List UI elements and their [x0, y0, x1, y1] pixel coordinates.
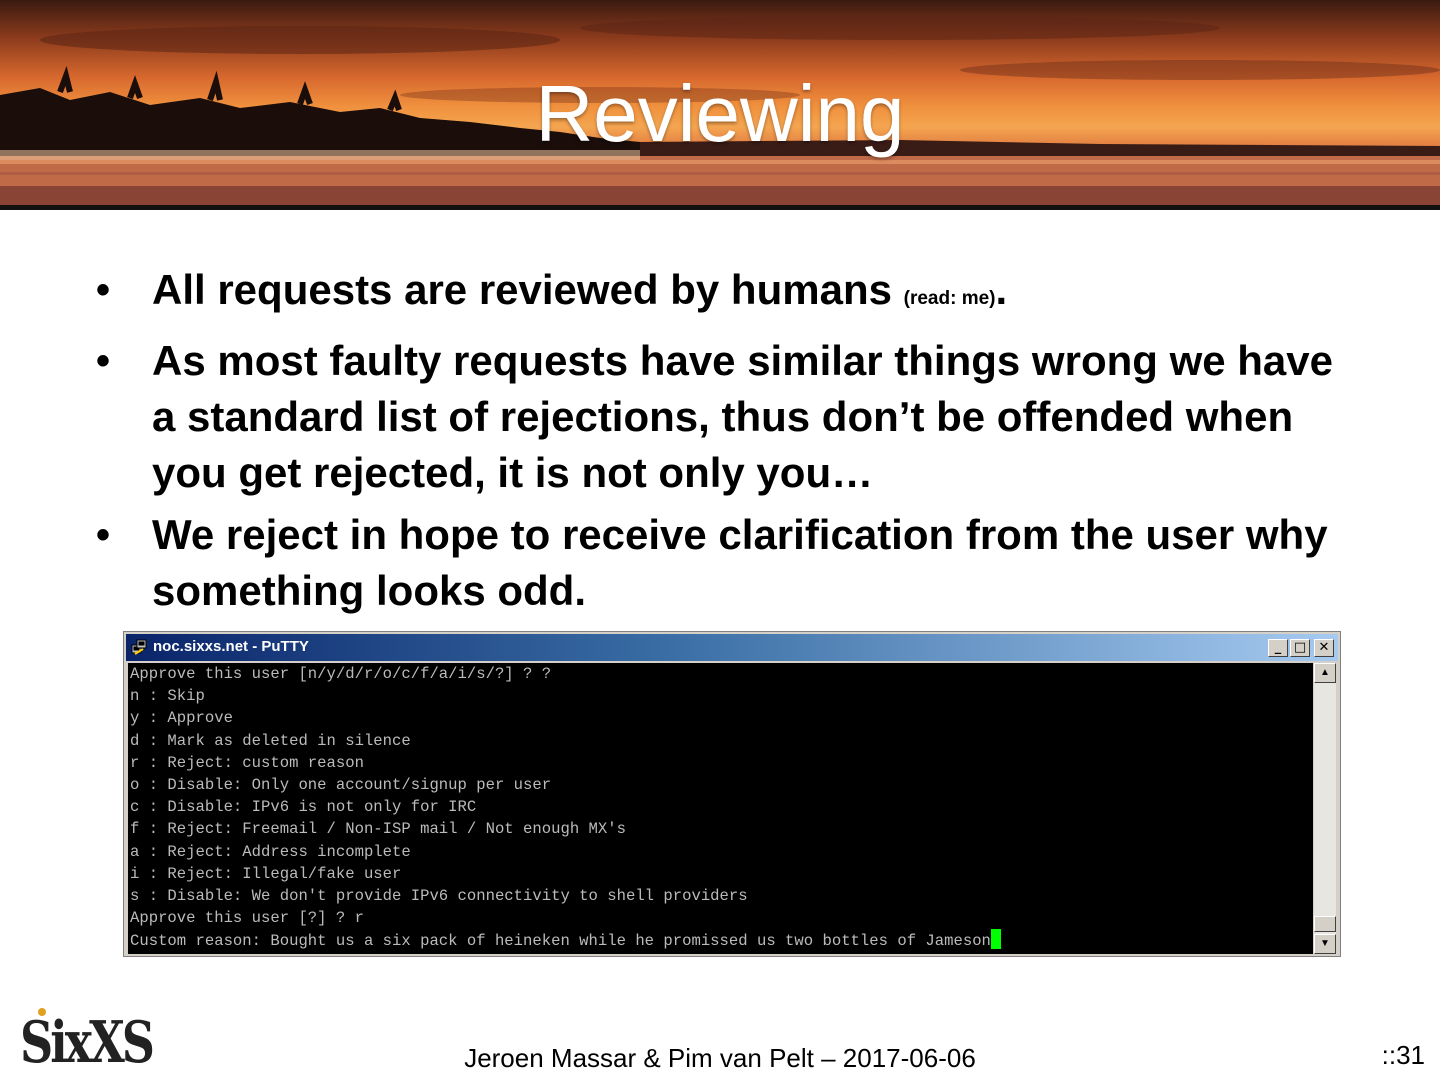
vertical-scrollbar[interactable]: ▲ ▼ [1314, 663, 1336, 954]
putty-window: noc.sixxs.net - PuTTY _ □ ✕ Approve this… [123, 631, 1341, 957]
minimize-button[interactable]: _ [1268, 639, 1288, 657]
terminal-line: n : Skip [130, 687, 205, 706]
terminal-line: a : Reject: Address incomplete [130, 842, 411, 861]
window-title: noc.sixxs.net - PuTTY [153, 638, 309, 655]
terminal-line: i : Reject: Illegal/fake user [130, 864, 402, 883]
close-button[interactable]: ✕ [1314, 639, 1334, 657]
slide-title: Reviewing [535, 69, 905, 158]
scroll-thumb[interactable] [1314, 916, 1336, 932]
terminal-line: f : Reject: Freemail / Non-ISP mail / No… [130, 820, 626, 839]
terminal-line: c : Disable: IPv6 is not only for IRC [130, 798, 477, 817]
page-number: ::31 [1381, 1040, 1425, 1070]
bullet-icon: • [96, 339, 111, 383]
maximize-button[interactable]: □ [1290, 639, 1310, 657]
putty-icon [131, 639, 147, 655]
bullet-text: As most faulty requests have similar thi… [152, 337, 1334, 496]
terminal-output[interactable]: Approve this user [n/y/d/r/o/c/f/a/i/s/?… [128, 663, 1313, 954]
terminal-line: o : Disable: Only one account/signup per… [130, 775, 552, 794]
terminal-line-text: Custom reason: Bought us a six pack of h… [130, 932, 991, 951]
bullet-icon: • [96, 513, 111, 557]
terminal-line: d : Mark as deleted in silence [130, 731, 411, 750]
bullet-item: • We reject in hope to receive clarifica… [92, 507, 1352, 619]
terminal-line: Approve this user [n/y/d/r/o/c/f/a/i/s/?… [130, 665, 552, 683]
terminal-cursor [990, 929, 1001, 950]
bullet-text: All requests are reviewed by humans [152, 266, 904, 313]
footer-credit: Jeroen Massar & Pim van Pelt – 2017-06-0… [464, 1043, 976, 1073]
bullet-tail: . [995, 266, 1008, 313]
banner-divider [0, 205, 1440, 210]
bullet-item: • All requests are reviewed by humans (r… [92, 262, 1352, 327]
bullet-text: We reject in hope to receive clarificati… [152, 511, 1328, 614]
terminal-line: r : Reject: custom reason [130, 753, 364, 772]
logo-dot-icon [38, 1008, 46, 1016]
bullet-aside: (read: me) [903, 288, 996, 309]
scroll-up-button[interactable]: ▲ [1314, 663, 1336, 683]
terminal-input-line: Custom reason: Bought us a six pack of h… [128, 929, 1313, 951]
bullet-list: • All requests are reviewed by humans (r… [92, 262, 1352, 625]
window-titlebar[interactable]: noc.sixxs.net - PuTTY _ □ ✕ [126, 634, 1338, 661]
terminal-line: y : Approve [130, 709, 233, 728]
scroll-down-button[interactable]: ▼ [1314, 934, 1336, 954]
terminal-line: s : Disable: We don't provide IPv6 conne… [130, 886, 748, 905]
bullet-item: • As most faulty requests have similar t… [92, 333, 1352, 501]
terminal-line: Approve this user [?] ? r [130, 909, 364, 928]
bullet-icon: • [96, 268, 111, 312]
